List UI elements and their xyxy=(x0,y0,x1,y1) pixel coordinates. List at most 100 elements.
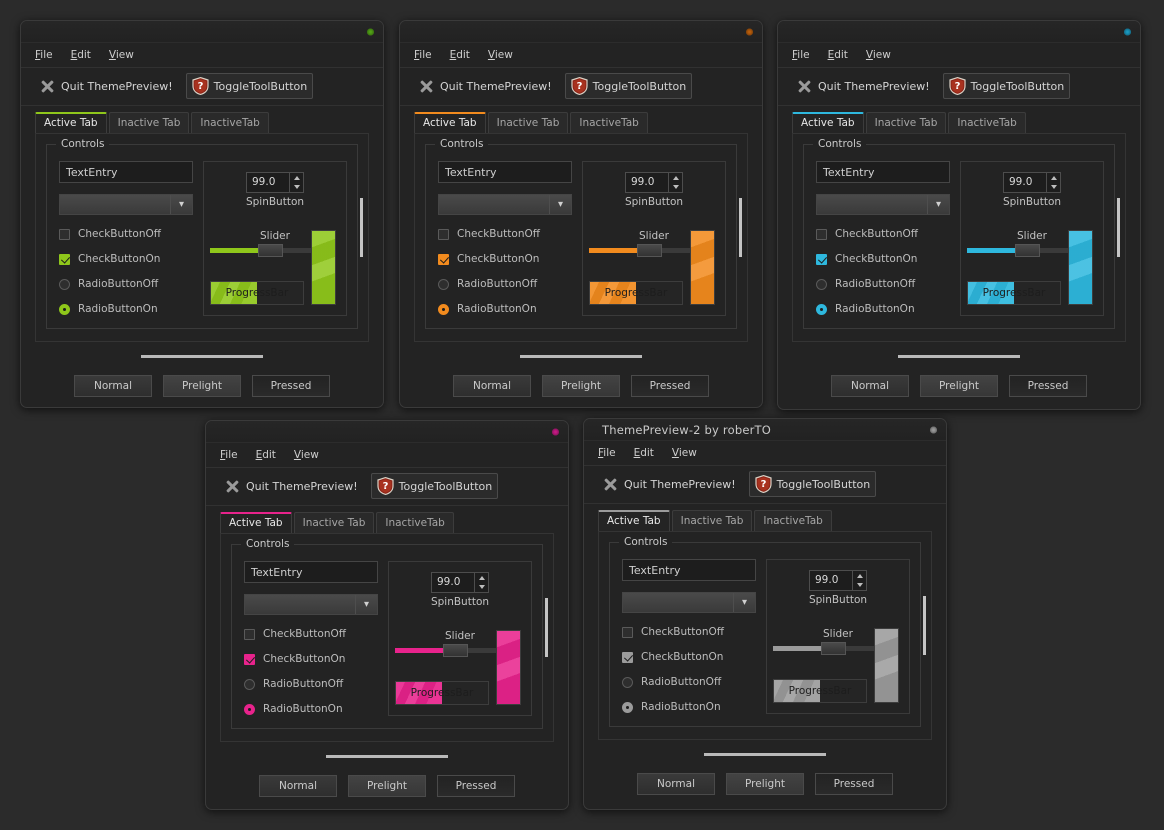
combo-box[interactable]: ▾ xyxy=(244,594,378,615)
spin-button-steppers[interactable] xyxy=(1046,173,1060,192)
theme-preview-window-gray[interactable]: ThemePreview-2 by roberTO File Edit View… xyxy=(583,418,947,810)
vertical-scrollbar[interactable] xyxy=(1117,148,1120,327)
button-pressed[interactable]: Pressed xyxy=(252,375,330,397)
button-pressed[interactable]: Pressed xyxy=(815,773,893,795)
spin-button-steppers[interactable] xyxy=(668,173,682,192)
notebook-tabs[interactable]: Active Tab Inactive Tab InactiveTab xyxy=(21,106,383,133)
menubar[interactable]: File Edit View xyxy=(778,43,1140,68)
spin-button-value[interactable]: 99.0 xyxy=(1004,173,1046,192)
tab-inactive-2[interactable]: InactiveTab xyxy=(191,112,269,133)
quit-toolbutton[interactable]: Quit ThemePreview! xyxy=(33,74,179,99)
checkbox-on[interactable] xyxy=(622,651,633,663)
notebook-tabs[interactable]: Active Tab Inactive Tab InactiveTab xyxy=(778,106,1140,133)
button-normal[interactable]: Normal xyxy=(637,773,715,795)
spin-button-value[interactable]: 99.0 xyxy=(810,571,852,590)
button-pressed[interactable]: Pressed xyxy=(1009,375,1087,397)
tab-inactive-2[interactable]: InactiveTab xyxy=(376,512,454,533)
notebook-tabs[interactable]: Active Tab Inactive Tab InactiveTab xyxy=(584,504,946,531)
menu-item-file[interactable]: File xyxy=(220,449,238,461)
check-row-2[interactable]: RadioButtonOff xyxy=(816,278,950,290)
menu-item-edit[interactable]: Edit xyxy=(828,49,848,61)
slider-thumb[interactable] xyxy=(257,244,283,257)
menu-item-view[interactable]: View xyxy=(866,49,891,61)
quit-toolbutton[interactable]: Quit ThemePreview! xyxy=(596,472,742,497)
button-pressed[interactable]: Pressed xyxy=(437,775,515,797)
check-row-3[interactable]: RadioButtonOn xyxy=(816,303,950,315)
radio-on[interactable] xyxy=(622,701,633,713)
combo-box[interactable]: ▾ xyxy=(622,592,756,613)
check-row-1[interactable]: CheckButtonOn xyxy=(622,651,756,663)
vertical-scrollbar-thumb[interactable] xyxy=(923,596,926,656)
window-titlebar[interactable] xyxy=(400,21,762,43)
slider-thumb[interactable] xyxy=(820,642,846,655)
text-entry[interactable]: TextEntry xyxy=(244,561,378,583)
combo-box[interactable]: ▾ xyxy=(438,194,572,215)
vertical-scrollbar[interactable] xyxy=(545,548,548,727)
spin-button-value[interactable]: 99.0 xyxy=(432,573,474,592)
button-row[interactable]: Normal Prelight Pressed xyxy=(206,775,568,797)
vertical-scrollbar[interactable] xyxy=(739,148,742,327)
button-normal[interactable]: Normal xyxy=(74,375,152,397)
button-row[interactable]: Normal Prelight Pressed xyxy=(778,375,1140,397)
check-row-3[interactable]: RadioButtonOn xyxy=(438,303,572,315)
vertical-scrollbar-thumb[interactable] xyxy=(739,198,742,258)
check-row-3[interactable]: RadioButtonOn xyxy=(59,303,193,315)
vertical-scrollbar[interactable] xyxy=(360,148,363,327)
button-prelight[interactable]: Prelight xyxy=(163,375,241,397)
spin-button[interactable]: 99.0 xyxy=(431,572,489,593)
spin-button[interactable]: 99.0 xyxy=(1003,172,1061,193)
toolbar[interactable]: Quit ThemePreview! ? ToggleToolButton xyxy=(21,68,383,106)
button-row[interactable]: Normal Prelight Pressed xyxy=(400,375,762,397)
radio-on[interactable] xyxy=(816,303,827,315)
button-pressed[interactable]: Pressed xyxy=(631,375,709,397)
toggle-toolbutton[interactable]: ? ToggleToolButton xyxy=(564,73,693,99)
toggle-toolbutton[interactable]: ? ToggleToolButton xyxy=(185,73,314,99)
check-row-3[interactable]: RadioButtonOn xyxy=(244,703,378,715)
tab-active[interactable]: Active Tab xyxy=(414,112,486,133)
tab-inactive-1[interactable]: Inactive Tab xyxy=(108,112,190,133)
radio-off[interactable] xyxy=(622,676,633,688)
check-row-1[interactable]: CheckButtonOn xyxy=(438,253,572,265)
menu-item-file[interactable]: File xyxy=(35,49,53,61)
checkbox-off[interactable] xyxy=(438,228,449,240)
combo-box[interactable]: ▾ xyxy=(59,194,193,215)
slider-thumb[interactable] xyxy=(636,244,662,257)
checkbox-off[interactable] xyxy=(59,228,70,240)
tab-active[interactable]: Active Tab xyxy=(792,112,864,133)
toolbar[interactable]: Quit ThemePreview! ? ToggleToolButton xyxy=(584,466,946,504)
tab-active[interactable]: Active Tab xyxy=(220,512,292,533)
menu-item-edit[interactable]: Edit xyxy=(634,447,654,459)
tab-active[interactable]: Active Tab xyxy=(598,510,670,531)
radio-off[interactable] xyxy=(438,278,449,290)
theme-preview-window-green[interactable]: File Edit View Quit ThemePreview! ? Togg… xyxy=(20,20,384,408)
window-titlebar[interactable] xyxy=(21,21,383,43)
theme-preview-window-cyan[interactable]: File Edit View Quit ThemePreview! ? Togg… xyxy=(777,20,1141,410)
quit-toolbutton[interactable]: Quit ThemePreview! xyxy=(790,74,936,99)
check-row-2[interactable]: RadioButtonOff xyxy=(59,278,193,290)
menu-item-edit[interactable]: Edit xyxy=(71,49,91,61)
toggle-toolbutton[interactable]: ? ToggleToolButton xyxy=(748,471,877,497)
check-row-2[interactable]: RadioButtonOff xyxy=(622,676,756,688)
combo-box[interactable]: ▾ xyxy=(816,194,950,215)
menu-item-view[interactable]: View xyxy=(294,449,319,461)
spin-button-steppers[interactable] xyxy=(852,571,866,590)
spin-button[interactable]: 99.0 xyxy=(246,172,304,193)
check-row-0[interactable]: CheckButtonOff xyxy=(816,228,950,240)
checkbox-on[interactable] xyxy=(438,253,449,265)
window-status-dot[interactable] xyxy=(367,28,374,35)
check-row-0[interactable]: CheckButtonOff xyxy=(244,628,378,640)
button-prelight[interactable]: Prelight xyxy=(726,773,804,795)
radio-on[interactable] xyxy=(59,303,70,315)
button-row[interactable]: Normal Prelight Pressed xyxy=(21,375,383,397)
button-prelight[interactable]: Prelight xyxy=(542,375,620,397)
toolbar[interactable]: Quit ThemePreview! ? ToggleToolButton xyxy=(778,68,1140,106)
toggle-toolbutton[interactable]: ? ToggleToolButton xyxy=(370,473,499,499)
spin-button-value[interactable]: 99.0 xyxy=(247,173,289,192)
check-row-0[interactable]: CheckButtonOff xyxy=(438,228,572,240)
tab-active[interactable]: Active Tab xyxy=(35,112,107,133)
check-row-0[interactable]: CheckButtonOff xyxy=(59,228,193,240)
vertical-scrollbar[interactable] xyxy=(923,546,926,725)
tab-inactive-1[interactable]: Inactive Tab xyxy=(293,512,375,533)
check-row-1[interactable]: CheckButtonOn xyxy=(244,653,378,665)
button-normal[interactable]: Normal xyxy=(831,375,909,397)
